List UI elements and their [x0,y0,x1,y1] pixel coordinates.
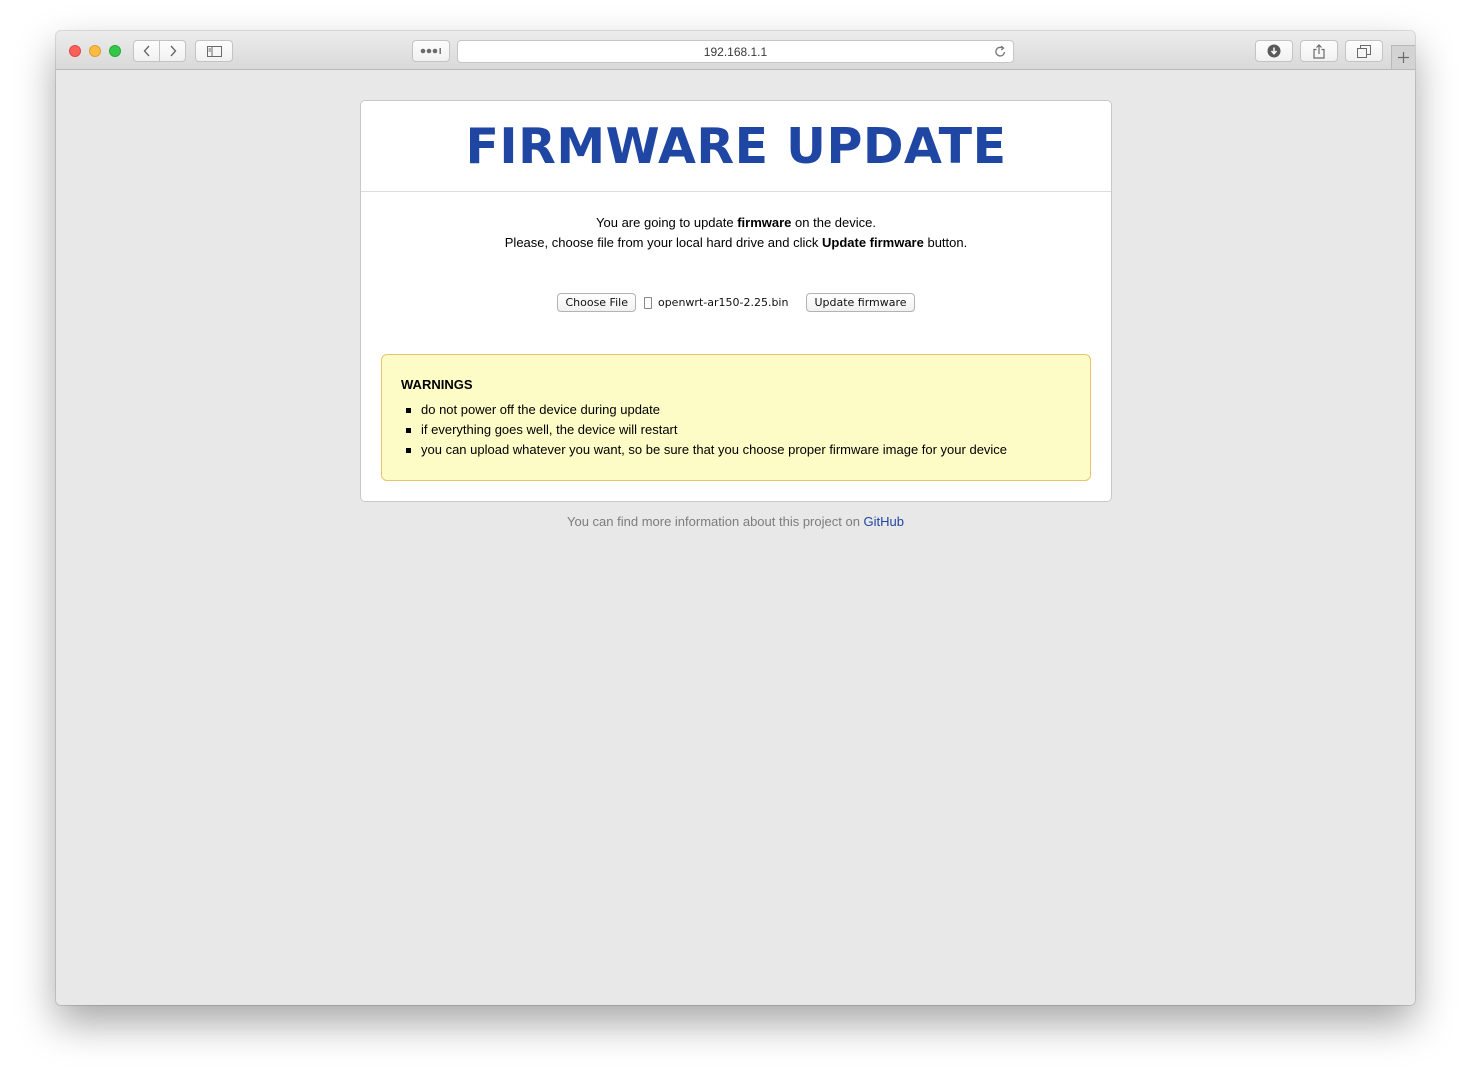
back-button[interactable] [134,41,159,61]
card-header: FIRMWARE UPDATE [361,101,1111,192]
share-button[interactable] [1300,40,1338,62]
footer: You can find more information about this… [56,514,1415,529]
address-bar[interactable]: 192.168.1.1 [457,40,1014,63]
warning-item: if everything goes well, the device will… [401,420,1007,440]
upload-form: Choose File openwrt-ar150-2.25.bin Updat… [361,293,1111,312]
page-title: FIRMWARE UPDATE [465,117,1007,175]
warnings-title: WARNINGS [401,377,473,392]
intro-line-2: Please, choose file from your local hard… [504,235,968,250]
url-text: 192.168.1.1 [703,45,768,59]
reload-icon[interactable] [994,45,1007,58]
chevron-left-icon [143,45,150,57]
browser-toolbar: 192.168.1.1 [56,31,1415,70]
bullet-icon [406,448,411,453]
maximize-window-button[interactable] [109,45,121,57]
sidebar-icon [206,45,222,57]
page-content: FIRMWARE UPDATE You are going to update … [56,70,1415,1005]
close-window-button[interactable] [69,45,81,57]
history-nav [133,40,186,62]
more-dots-icon [420,48,441,54]
intro-text: You are going to update firmware on the … [361,213,1111,253]
minimize-window-button[interactable] [89,45,101,57]
plus-icon [1398,52,1409,63]
downloads-button[interactable] [1255,40,1293,62]
footer-text: You can find more information about this… [567,514,864,529]
download-icon [1267,44,1281,58]
reader-button[interactable] [412,40,450,62]
update-firmware-button[interactable]: Update firmware [806,293,915,312]
forward-button[interactable] [159,41,185,61]
browser-window: 192.168.1.1 FIRMWARE UPDATE You are goin… [56,31,1415,1005]
chevron-right-icon [169,45,176,57]
warnings-box: WARNINGS do not power off the device dur… [381,354,1091,481]
warning-item: you can upload whatever you want, so be … [401,440,1007,460]
share-icon [1313,43,1325,59]
selected-file-name: openwrt-ar150-2.25.bin [657,296,789,309]
tabs-overview-button[interactable] [1345,40,1383,62]
github-link[interactable]: GitHub [864,514,904,529]
tabs-icon [1357,44,1371,58]
file-icon [643,296,652,309]
intro-line-1: You are going to update firmware on the … [596,215,876,230]
warnings-list: do not power off the device during updat… [401,400,1007,460]
new-tab-button[interactable] [1391,45,1415,69]
bullet-icon [406,408,411,413]
bullet-icon [406,428,411,433]
sidebar-button[interactable] [195,40,233,62]
warning-item: do not power off the device during updat… [401,400,1007,420]
firmware-update-card: FIRMWARE UPDATE You are going to update … [360,100,1112,502]
choose-file-button[interactable]: Choose File [557,293,636,312]
